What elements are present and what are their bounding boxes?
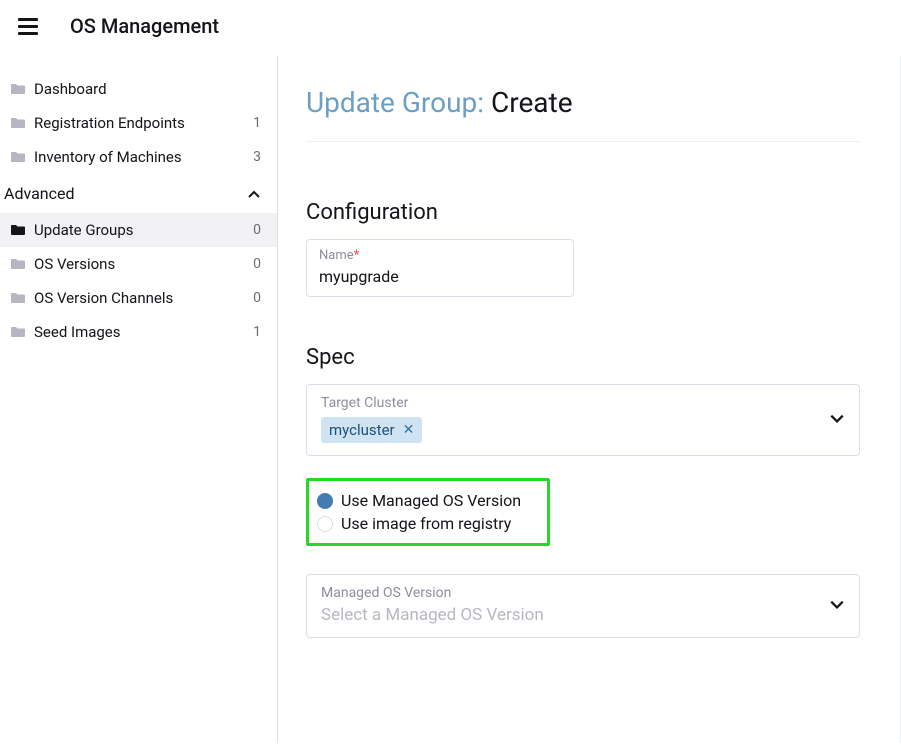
sidebar-item-count: 0 — [253, 222, 261, 238]
radio-indicator-unchecked — [317, 516, 333, 532]
sidebar-item-count: 0 — [253, 290, 261, 306]
sidebar-section-label: Advanced — [4, 184, 75, 203]
app-title: OS Management — [70, 14, 219, 38]
sidebar-item-label: OS Versions — [34, 255, 115, 273]
managed-os-version-placeholder: Select a Managed OS Version — [321, 601, 845, 625]
target-cluster-select[interactable]: Target Cluster mycluster ✕ — [306, 384, 860, 456]
sidebar-item-dashboard[interactable]: Dashboard — [0, 72, 277, 106]
radio-use-managed-os-version[interactable]: Use Managed OS Version — [317, 489, 521, 512]
chevron-down-icon — [829, 410, 845, 430]
name-field[interactable]: Name* — [306, 239, 574, 297]
radio-label: Use image from registry — [341, 514, 511, 533]
name-label-text: Name — [319, 248, 354, 263]
chevron-down-icon — [829, 596, 845, 616]
managed-os-version-label: Managed OS Version — [321, 585, 845, 601]
sidebar-item-label: OS Version Channels — [34, 289, 173, 307]
folder-icon — [10, 258, 26, 270]
sidebar-item-os-version-channels[interactable]: OS Version Channels 0 — [0, 281, 277, 315]
page-title-prefix: Update Group: — [306, 86, 491, 119]
sidebar-item-seed-images[interactable]: Seed Images 1 — [0, 315, 277, 349]
spec-heading: Spec — [306, 345, 860, 370]
folder-icon — [10, 117, 26, 129]
os-source-radio-group: Use Managed OS Version Use image from re… — [306, 478, 550, 546]
sidebar-item-count: 0 — [253, 256, 261, 272]
sidebar-item-count: 3 — [253, 149, 261, 165]
sidebar-section-advanced[interactable]: Advanced — [0, 174, 277, 213]
target-cluster-label: Target Cluster — [321, 395, 845, 411]
page-title: Update Group: Create — [306, 86, 860, 142]
sidebar-item-count: 1 — [253, 115, 261, 131]
page-title-action: Create — [491, 86, 573, 119]
sidebar-item-registration-endpoints[interactable]: Registration Endpoints 1 — [0, 106, 277, 140]
sidebar-item-count: 1 — [253, 324, 261, 340]
sidebar-item-update-groups[interactable]: Update Groups 0 — [0, 213, 277, 247]
name-label: Name* — [319, 248, 561, 263]
folder-icon — [10, 151, 26, 163]
sidebar: Dashboard Registration Endpoints 1 Inven… — [0, 56, 278, 743]
folder-icon — [10, 326, 26, 338]
radio-label: Use Managed OS Version — [341, 491, 521, 510]
sidebar-item-label: Seed Images — [34, 323, 121, 341]
sidebar-item-label: Inventory of Machines — [34, 148, 182, 166]
managed-os-version-select[interactable]: Managed OS Version Select a Managed OS V… — [306, 574, 860, 638]
sidebar-item-label: Registration Endpoints — [34, 114, 185, 132]
folder-icon — [10, 224, 26, 236]
configuration-heading: Configuration — [306, 200, 860, 225]
folder-icon — [10, 292, 26, 304]
target-cluster-tag: mycluster ✕ — [321, 417, 422, 443]
sidebar-item-label: Dashboard — [34, 80, 107, 98]
folder-icon — [10, 83, 26, 95]
radio-use-image-from-registry[interactable]: Use image from registry — [317, 512, 521, 535]
name-input[interactable] — [319, 263, 561, 286]
sidebar-item-os-versions[interactable]: OS Versions 0 — [0, 247, 277, 281]
sidebar-item-inventory-of-machines[interactable]: Inventory of Machines 3 — [0, 140, 277, 174]
menu-toggle-button[interactable] — [18, 14, 42, 38]
radio-indicator-checked — [317, 493, 333, 509]
chevron-up-icon — [247, 187, 261, 201]
sidebar-item-label: Update Groups — [34, 221, 134, 239]
remove-tag-icon[interactable]: ✕ — [403, 422, 415, 438]
main-content: Update Group: Create Configuration Name*… — [278, 56, 901, 743]
target-cluster-value: mycluster — [329, 421, 395, 439]
required-asterisk: * — [354, 248, 360, 263]
